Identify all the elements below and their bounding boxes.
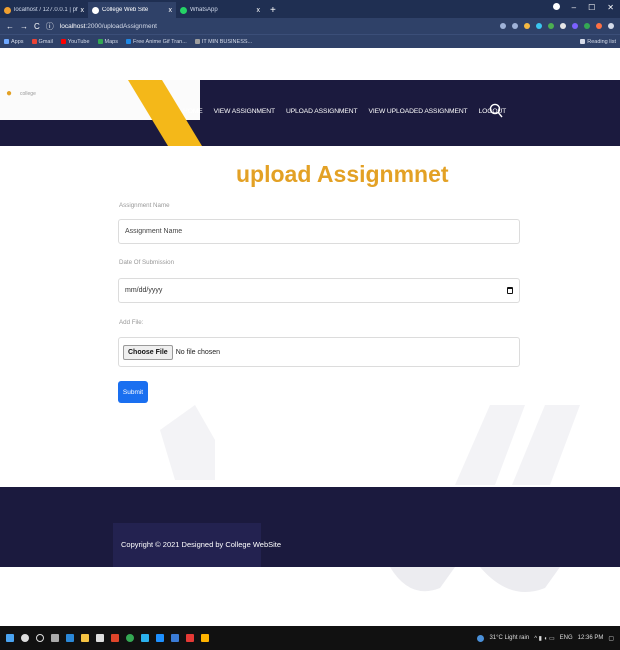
clock[interactable]: 12:36 PM [578, 635, 604, 641]
submit-button[interactable]: Submit [118, 381, 148, 403]
browser-window: localhost / 127.0.0.1 | phpMyAdm x Colle… [0, 0, 620, 650]
search-taskbar-icon[interactable] [21, 634, 29, 642]
new-tab-button[interactable]: + [264, 2, 282, 18]
logo-text[interactable]: college [20, 91, 36, 97]
close-tab-icon[interactable]: x [257, 7, 261, 14]
tab-whatsapp[interactable]: WhatsApp x [176, 2, 264, 18]
puzzle-icon[interactable] [584, 23, 590, 29]
bookmark-apps[interactable]: Apps [4, 39, 24, 45]
windows-start-icon[interactable] [6, 634, 14, 642]
date-of-submission-label: Date Of Submission [119, 259, 175, 266]
app-icon[interactable] [186, 634, 194, 642]
reading-list-icon [580, 39, 586, 44]
notifications-icon[interactable]: ▢ [608, 635, 614, 642]
tab-strip: localhost / 127.0.0.1 | phpMyAdm x Colle… [0, 0, 620, 18]
app-icon[interactable] [171, 634, 179, 642]
extension-icon[interactable] [572, 23, 578, 29]
star-icon[interactable] [512, 23, 518, 29]
store-icon[interactable] [96, 634, 104, 642]
system-tray: 31°C Light rain ^ ▮ ◖ ▭ ENG 12:36 PM ▢ [477, 634, 614, 642]
profile-icon[interactable] [552, 3, 560, 10]
tab-title: localhost / 127.0.0.1 | phpMyAdm [14, 7, 78, 13]
assignment-name-field[interactable] [118, 219, 520, 244]
info-icon[interactable]: ⓘ [46, 21, 54, 32]
chrome-icon[interactable] [126, 634, 134, 642]
tab-college-website[interactable]: College Web Site x [88, 2, 176, 18]
tray-icons[interactable]: ^ ▮ ◖ ▭ [534, 635, 554, 642]
bookmark-anime-gif[interactable]: Free Anime Gif Tran... [126, 39, 187, 45]
bookmark-gmail[interactable]: Gmail [31, 39, 53, 45]
tab-title: WhatsApp [190, 7, 218, 13]
assignment-name-input[interactable] [125, 228, 519, 235]
tab-phpmyadmin[interactable]: localhost / 127.0.0.1 | phpMyAdm x [0, 2, 88, 18]
task-view-icon[interactable] [51, 634, 59, 642]
extension-icon[interactable] [548, 23, 554, 29]
url-path: :2000/uploadAssignment [85, 22, 157, 30]
edge-icon[interactable] [66, 634, 74, 642]
app-icon[interactable] [141, 634, 149, 642]
extension-icon[interactable] [524, 23, 530, 29]
reload-icon[interactable]: C [34, 22, 40, 31]
bookmarks-bar: Apps Gmail YouTube Maps Free Anime Gif T… [0, 34, 620, 48]
bookmark-maps[interactable]: Maps [97, 39, 118, 45]
extensions-area [500, 23, 614, 29]
close-window-icon[interactable]: ✕ [607, 3, 614, 12]
logo-icon[interactable]: ● [6, 88, 12, 99]
choose-file-button[interactable]: Choose File [123, 344, 173, 360]
weather-icon[interactable] [477, 634, 485, 642]
nav-upload-assignment[interactable]: UPLOAD ASSIGNMENT [286, 108, 358, 115]
zoom-icon[interactable] [500, 23, 506, 29]
whatsapp-icon [180, 6, 187, 14]
gmail-icon [31, 39, 37, 44]
bookmark-it-business[interactable]: IT MIN BUSINESS... [194, 39, 252, 45]
cortana-icon[interactable] [36, 634, 44, 642]
nav-view-assignment[interactable]: VIEW ASSIGNMENT [214, 108, 275, 115]
page-title: upload Assignmnet [236, 161, 449, 187]
no-file-text: No file chosen [175, 348, 221, 356]
tab-title: College Web Site [102, 7, 149, 13]
date-of-submission-field[interactable]: mm/dd/yyyy [118, 278, 520, 303]
add-file-label: Add File: [119, 319, 144, 326]
profile-avatar-icon[interactable] [596, 23, 602, 29]
app-icon[interactable] [201, 634, 209, 642]
search-icon[interactable] [489, 102, 503, 120]
document-icon [194, 39, 200, 44]
assignment-name-label: Assignment Name [119, 202, 170, 209]
maximize-icon[interactable]: ☐ [588, 3, 595, 12]
url-input[interactable]: localhost:2000/uploadAssignment [60, 23, 157, 30]
extension-icon[interactable] [536, 23, 542, 29]
file-input-field[interactable]: Choose File No file chosen [118, 337, 520, 367]
weather-text[interactable]: 31°C Light rain [489, 635, 529, 641]
bookmark-youtube[interactable]: YouTube [60, 39, 90, 45]
youtube-icon [60, 39, 66, 44]
nav-home[interactable]: HOME [183, 108, 203, 115]
extension-icon[interactable] [560, 23, 566, 29]
calendar-icon[interactable] [507, 287, 513, 294]
close-tab-icon[interactable]: x [169, 7, 173, 14]
app-icon[interactable] [156, 634, 164, 642]
nav-view-uploaded-assignment[interactable]: VIEW UPLOADED ASSIGNMENT [368, 108, 467, 115]
url-host: localhost [59, 22, 86, 30]
window-controls: – ☐ ✕ [552, 3, 614, 12]
globe-icon [92, 6, 99, 14]
windows-taskbar: 31°C Light rain ^ ▮ ◖ ▭ ENG 12:36 PM ▢ [0, 626, 620, 650]
back-icon[interactable]: ← [6, 22, 14, 31]
close-tab-icon[interactable]: x [81, 7, 85, 14]
phpmyadmin-icon [4, 6, 11, 14]
forward-icon[interactable]: → [20, 22, 28, 31]
maps-icon [97, 39, 103, 44]
minimize-icon[interactable]: – [572, 3, 576, 12]
address-bar: ← → C ⓘ localhost:2000/uploadAssignment [0, 18, 620, 34]
language-indicator[interactable]: ENG [560, 635, 573, 641]
site-footer [0, 487, 620, 567]
menu-icon[interactable] [608, 23, 614, 29]
globe-icon [126, 39, 131, 44]
copyright-text: Copyright © 2021 Designed by College Web… [121, 540, 282, 549]
main-nav: HOME VIEW ASSIGNMENT UPLOAD ASSIGNMENT V… [183, 108, 506, 115]
file-explorer-icon[interactable] [81, 634, 89, 642]
app-icon[interactable] [111, 634, 119, 642]
date-input[interactable]: mm/dd/yyyy [125, 287, 162, 294]
apps-icon [4, 39, 9, 44]
reading-list[interactable]: Reading list [580, 39, 616, 45]
